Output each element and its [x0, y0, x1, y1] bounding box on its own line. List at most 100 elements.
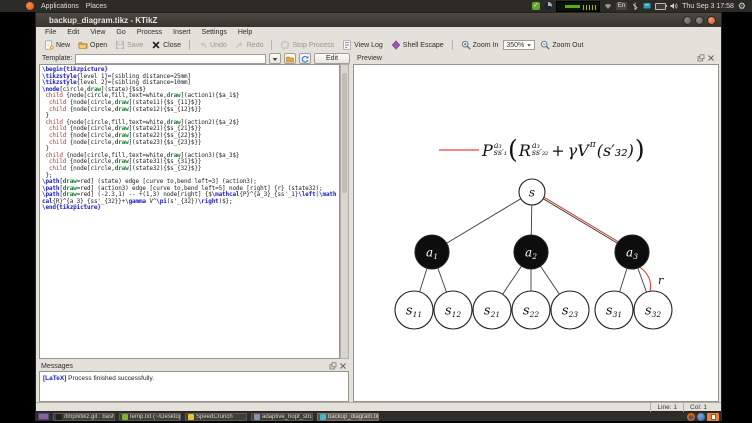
shell-escape-button[interactable]: Shell Escape [388, 39, 447, 51]
taskbar-window-label: /tmp/ktikz.git : bash ... [64, 413, 115, 420]
messages-float-icon[interactable] [329, 362, 337, 370]
template-dropdown-button[interactable] [269, 53, 281, 64]
zoom-in-button[interactable]: Zoom In [458, 39, 502, 51]
bluetooth-icon[interactable] [631, 2, 639, 10]
menu-help[interactable]: Help [238, 29, 252, 36]
tree-edge-a3-s31 [619, 268, 628, 292]
toolbar: New Open Save Close Undo Redo Stop Process View… [36, 38, 721, 52]
session-gear-icon[interactable]: ⚙ [738, 1, 746, 11]
formula-rparen: ) [634, 134, 645, 164]
save-label: Save [127, 41, 144, 49]
messages-title: Messages [41, 362, 73, 370]
template-edit-button[interactable]: Edit [314, 53, 350, 64]
view-log-button[interactable]: View Log [339, 39, 386, 51]
code-editor[interactable]: \begin{tikzpicture} \tikzstyle{level 1}=[… [39, 64, 340, 359]
toolbar-separator [451, 40, 453, 50]
zoom-in-label: Zoom In [472, 41, 499, 49]
firefox-icon[interactable] [687, 412, 695, 421]
system-monitor-applet[interactable] [555, 0, 600, 12]
close-button[interactable] [707, 15, 716, 25]
template-reload-button[interactable] [299, 53, 311, 64]
redo-button[interactable]: Redo [232, 39, 267, 51]
wifi-icon[interactable] [604, 2, 612, 10]
open-icon [78, 40, 88, 50]
new-label: New [56, 41, 71, 49]
active-app-icon[interactable] [707, 412, 719, 421]
menu-places[interactable]: Places [86, 3, 107, 10]
ktikz-window: backup_diagram.tikz - KTikZ File Edit View… [35, 12, 722, 412]
zoom-out-button[interactable]: Zoom Out [537, 39, 586, 51]
formula-P: P [482, 140, 493, 160]
calculator-icon [188, 413, 194, 420]
taskbar-window-ktikz[interactable]: backup_diagram.tikz ... [317, 412, 379, 421]
view-log-label: View Log [354, 41, 383, 49]
status-col: Col: 1 [683, 403, 713, 412]
menu-applications[interactable]: Applications [41, 3, 79, 10]
menu-edit[interactable]: Edit [67, 29, 79, 36]
menu-settings[interactable]: Settings [202, 29, 227, 36]
template-input[interactable] [75, 53, 266, 64]
taskbar-window-document[interactable]: adaptive_hopf_struc... [251, 412, 313, 421]
open-button[interactable]: Open [75, 39, 110, 51]
software-update-icon[interactable]: ✓ [531, 2, 540, 10]
shell-escape-icon [391, 40, 401, 50]
keyboard-layout-indicator[interactable]: En [615, 2, 628, 10]
workspace-switcher[interactable] [38, 413, 49, 420]
stop-process-button[interactable]: Stop Process [277, 39, 337, 51]
taskbar-window-label: backup_diagram.tikz ... [328, 413, 379, 420]
save-button[interactable]: Save [112, 39, 146, 51]
menu-go[interactable]: Go [116, 29, 125, 36]
preview-header: Preview [353, 52, 719, 64]
preview-close-icon[interactable] [707, 54, 715, 62]
open-label: Open [90, 41, 108, 49]
template-open-button[interactable] [284, 53, 296, 64]
maximize-button[interactable] [695, 15, 704, 25]
shell-escape-label: Shell Escape [402, 41, 444, 49]
taskbar-window-text-editor[interactable]: temp.txt (~/Desktop... [119, 412, 181, 421]
tree-edge-s-a3 [542, 198, 618, 244]
taskbar-window-label: temp.txt (~/Desktop... [130, 413, 180, 420]
ubuntu-logo-icon[interactable] [26, 2, 34, 10]
toolbar-separator [271, 40, 273, 50]
messages-close-icon[interactable] [339, 362, 347, 370]
code-line: \end{tikzpicture} [42, 204, 101, 212]
code-line: child {node[circle,draw](state32){$s_{32… [48, 164, 202, 172]
clock[interactable]: Thu Sep 3 17:58 [682, 3, 734, 10]
time-tracker-icon[interactable] [543, 2, 552, 10]
code-line: child {node[circle,draw](state12){$s_{12… [48, 105, 202, 113]
zoom-level-select[interactable]: 350% [503, 40, 536, 50]
refresh-icon [301, 55, 309, 63]
menu-insert[interactable]: Insert [173, 29, 191, 36]
close-label: Close [163, 41, 182, 49]
preview-formula: Pa₃ ss′₁ ( Ra₃ ss′₃₂ + γV π (s′₃₂) ) [482, 134, 645, 164]
titlebar[interactable]: backup_diagram.tikz - KTikZ [36, 13, 721, 27]
menu-view[interactable]: View [90, 29, 105, 36]
new-button[interactable]: New [41, 39, 73, 51]
window-title: backup_diagram.tikz - KTikZ [49, 15, 158, 25]
template-label: Template: [42, 55, 73, 62]
zoom-in-icon [461, 40, 471, 50]
taskbar-window-terminal[interactable]: /tmp/ktikz.git : bash ... [53, 412, 115, 421]
zoom-level-value: 350% [506, 41, 525, 49]
battery-icon[interactable] [655, 2, 668, 10]
document-icon [254, 413, 260, 420]
save-icon [115, 40, 125, 50]
preview-pane: s a1 a2 a3 s11 s12 s21 s22 s23 s31 s32 r Pa₃ ss′₁ ( … [353, 64, 719, 402]
minimize-button[interactable] [683, 15, 692, 25]
preview-float-icon[interactable] [697, 54, 705, 62]
undo-button[interactable]: Undo [195, 39, 230, 51]
globe-icon[interactable] [697, 412, 705, 421]
messaging-icon[interactable] [643, 2, 651, 10]
statusbar: Line: 1 Col: 1 [36, 402, 721, 412]
stop-process-label: Stop Process [292, 41, 335, 49]
editor-scrollbar[interactable] [340, 64, 349, 359]
menu-process[interactable]: Process [137, 29, 162, 36]
backup-diagram-tree: sa1 a2 a3s11 s12 s21 s22 s23 s31 s32r [394, 178, 673, 330]
close-button[interactable]: Close [148, 39, 184, 51]
taskbar-window-calculator[interactable]: SpeedCrunch [185, 412, 247, 421]
volume-icon[interactable] [670, 2, 678, 10]
menu-file[interactable]: File [45, 29, 56, 36]
tree-edge-s-a2 [530, 204, 533, 236]
redo-icon [235, 40, 245, 50]
tree-edge-s-a1 [446, 198, 522, 244]
